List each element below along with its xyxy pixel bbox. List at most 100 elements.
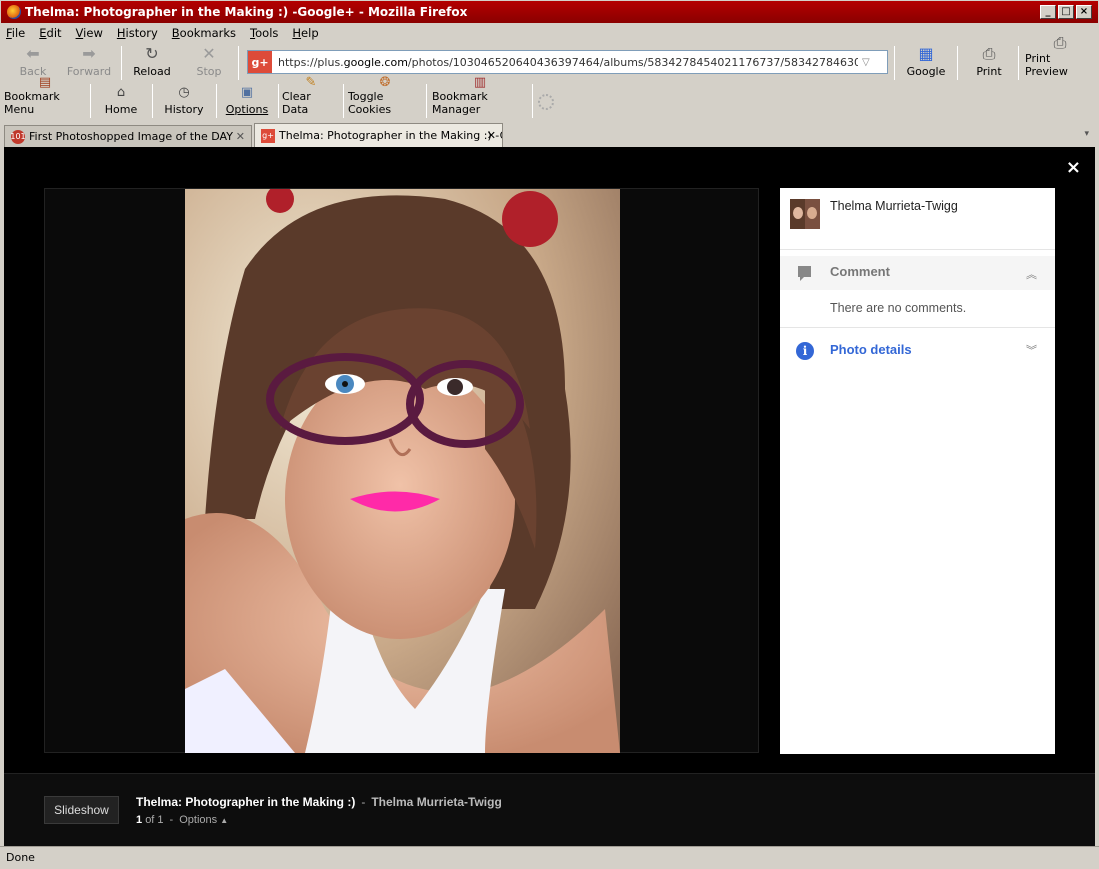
avatar[interactable] (790, 199, 820, 229)
maximize-button[interactable]: □ (1058, 5, 1074, 19)
menu-view[interactable]: View (76, 26, 103, 40)
photo-count: 1 of 1- Options ▲ (136, 814, 228, 826)
album-owner-link[interactable]: Thelma Murrieta-Twigg (371, 795, 501, 809)
menu-edit[interactable]: Edit (39, 26, 61, 40)
print-button[interactable]: ⎙ Print (970, 42, 1008, 82)
count-current: 1 (136, 814, 143, 826)
comment-section-header[interactable]: Comment ︽ (780, 256, 1055, 290)
menu-help[interactable]: Help (292, 26, 318, 40)
options-label: Options (225, 103, 269, 116)
home-button[interactable]: ⌂ Home (100, 82, 142, 120)
clock-icon: ◷ (178, 85, 190, 100)
toolbar-separator (532, 84, 533, 118)
owner-row: Thelma Murrieta-Twigg (780, 188, 1055, 250)
bookmark-manager-button[interactable]: ▥ Bookmark Manager (432, 75, 528, 120)
photo-viewer (44, 188, 759, 753)
close-lightbox-button[interactable]: × (1066, 157, 1081, 178)
bookmarks-toolbar: ▤ Bookmark Menu ⌂ Home ◷ History ▣ Optio… (0, 75, 1099, 120)
url-dropdown-icon[interactable]: ▽ (862, 57, 870, 68)
album-info: Thelma: Photographer in the Making :) - Th… (136, 795, 502, 809)
close-window-button[interactable]: × (1076, 5, 1092, 19)
home-icon: ⌂ (116, 85, 126, 100)
menu-history[interactable]: History (117, 26, 158, 40)
separator-dash: - (169, 814, 174, 826)
google-plus-favicon-icon: g+ (261, 128, 275, 143)
close-tab-icon[interactable]: ✕ (236, 130, 245, 143)
print-preview-button[interactable]: ⎙ Print Preview (1025, 34, 1095, 82)
tab-list-chevron-icon[interactable]: ▾ (1084, 129, 1089, 139)
url-text[interactable]: https://plus.google.com/photos/103046520… (278, 56, 858, 69)
toolbar-separator (216, 84, 217, 118)
minimize-button[interactable]: _ (1040, 5, 1056, 19)
printer-icon: ⎙ (982, 44, 996, 63)
loading-throbber-icon (538, 94, 554, 110)
comment-bubble-icon (798, 266, 811, 281)
toolbar-separator (1018, 46, 1019, 80)
reload-button[interactable]: ↻ Reload (130, 42, 174, 82)
window-title: Thelma: Photographer in the Making :) -G… (25, 5, 468, 19)
google-search-button[interactable]: ▦ Google (904, 42, 948, 82)
cookie-icon: ❂ (379, 75, 391, 90)
bookmark-menu-icon: ▤ (38, 75, 52, 90)
window-titlebar: Thelma: Photographer in the Making :) -G… (0, 0, 1099, 24)
tab-first-photoshopped[interactable]: 101 First Photoshopped Image of the DAY … (4, 125, 252, 147)
count-total: of 1 (145, 814, 164, 826)
back-arrow-icon: ⬅ (26, 44, 40, 63)
bookmark-menu-button[interactable]: ▤ Bookmark Menu (4, 75, 86, 120)
clear-data-label: Clear Data (282, 90, 311, 116)
options-caret-icon[interactable]: ▲ (220, 816, 228, 825)
menu-bookmarks[interactable]: Bookmarks (172, 26, 236, 40)
options-icon: ▣ (240, 85, 254, 100)
photo-info-panel: Thelma Murrieta-Twigg Comment ︽ There ar… (780, 188, 1055, 754)
history-label: History (164, 103, 204, 116)
expand-chevron-icon[interactable]: ︾ (1026, 342, 1037, 358)
options-button[interactable]: ▣ Options (224, 82, 270, 120)
url-domain: google.com (343, 55, 408, 69)
toolbar-separator (121, 46, 122, 80)
tab-label: Thelma: Photographer in the Making :) -G… (279, 129, 503, 142)
print-label: Print (976, 65, 1002, 78)
tab-label: First Photoshopped Image of the DAY (29, 130, 233, 143)
options-link[interactable]: Options (179, 814, 217, 826)
stop-label: Stop (196, 65, 222, 78)
reload-label: Reload (133, 65, 171, 78)
site-favicon-icon: 101 (10, 129, 26, 144)
bookmark-manager-label: Bookmark Manager (432, 90, 488, 116)
forward-label: Forward (66, 65, 112, 78)
google-label: Google (906, 65, 946, 78)
close-tab-icon[interactable]: ✕ (487, 129, 496, 142)
comment-label: Comment (830, 264, 890, 279)
lightbox-footer: Slideshow Thelma: Photographer in the Ma… (4, 773, 1095, 846)
menu-file[interactable]: File (6, 26, 25, 40)
slideshow-button[interactable]: Slideshow (44, 796, 119, 824)
firefox-icon (7, 5, 21, 19)
stop-x-icon: ✕ (202, 44, 216, 63)
toggle-cookies-button[interactable]: ❂ Toggle Cookies (348, 75, 422, 120)
clear-data-button[interactable]: ✎ Clear Data (282, 75, 340, 120)
history-button[interactable]: ◷ History (162, 82, 206, 120)
collapse-chevron-icon[interactable]: ︽ (1026, 266, 1037, 282)
toolbar-separator (957, 46, 958, 80)
menu-tools[interactable]: Tools (250, 26, 278, 40)
reload-icon: ↻ (145, 44, 159, 63)
main-photo[interactable] (185, 189, 620, 753)
print-preview-label: Print Preview (1025, 52, 1068, 78)
navigation-toolbar: ⬅ Back ➡ Forward ↻ Reload ✕ Stop g+ http… (0, 34, 1099, 82)
no-comments-text: There are no comments. (830, 301, 967, 315)
home-label: Home (104, 103, 138, 116)
toolbar-separator (152, 84, 153, 118)
broom-icon: ✎ (305, 75, 317, 90)
forward-button[interactable]: ➡ Forward (64, 42, 114, 82)
url-path: /photos/103046520640436397464/albums/583… (407, 55, 858, 69)
album-title-link[interactable]: Thelma: Photographer in the Making :) (136, 795, 355, 809)
owner-name-link[interactable]: Thelma Murrieta-Twigg (830, 199, 958, 213)
photo-illustration (185, 189, 620, 753)
google-icon: ▦ (918, 44, 934, 63)
bookmark-menu-label: Bookmark Menu (4, 90, 60, 116)
url-prefix: https://plus. (278, 55, 344, 69)
tab-thelma-photographer[interactable]: g+ Thelma: Photographer in the Making :)… (254, 123, 503, 147)
photo-details-row[interactable]: i Photo details ︾ (780, 327, 1055, 371)
stop-button[interactable]: ✕ Stop (192, 42, 226, 82)
url-bar[interactable]: g+ https://plus.google.com/photos/103046… (247, 50, 888, 74)
toolbar-separator (90, 84, 91, 118)
